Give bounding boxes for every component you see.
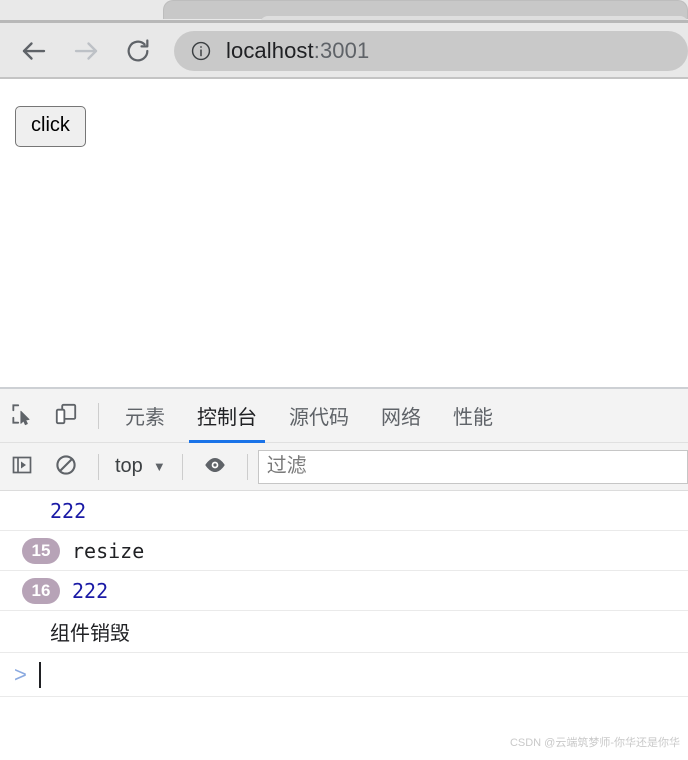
console-sidebar-icon (10, 453, 34, 480)
console-sidebar-button[interactable] (0, 445, 44, 489)
tab-performance-label: 性能 (453, 407, 493, 429)
console-toolbar-divider-2 (181, 453, 183, 480)
console-message-text: 222 (72, 578, 109, 603)
browser-window: localhost:3001 click 元素 控制台 源代码 网络 性能 to… (0, 0, 688, 760)
reload-button[interactable] (112, 25, 164, 77)
prompt-chevron-icon: > (14, 661, 27, 687)
console-filter-input[interactable] (257, 449, 688, 484)
tab-network-label: 网络 (381, 407, 421, 429)
back-button[interactable] (8, 25, 60, 77)
page-viewport: click (0, 79, 688, 387)
console-row[interactable]: 16 222 (0, 571, 688, 611)
address-bar-text: localhost:3001 (226, 38, 369, 64)
back-arrow-icon (19, 36, 49, 66)
forward-button[interactable] (60, 25, 112, 77)
console-message-text: 组件销毁 (50, 623, 130, 645)
tab-elements[interactable]: 元素 (109, 389, 181, 443)
live-expression-button[interactable] (193, 445, 237, 489)
info-icon[interactable] (190, 40, 212, 62)
console-toolbar: top ▼ (0, 443, 688, 491)
devtools-panel: 元素 控制台 源代码 网络 性能 top ▼ 过滤 222 15 resize … (0, 387, 688, 760)
console-row[interactable]: 组件销毁 (0, 611, 688, 653)
toolbar-divider (98, 402, 99, 429)
eye-icon (202, 452, 228, 481)
clear-console-icon (54, 453, 78, 480)
console-row[interactable]: 222 (0, 491, 688, 531)
forward-arrow-icon (71, 36, 101, 66)
chevron-down-icon: ▼ (152, 459, 166, 474)
console-toolbar-divider-1 (98, 453, 99, 480)
execution-context-label: top (115, 455, 143, 477)
reload-icon (124, 37, 152, 65)
console-row[interactable]: 15 resize (0, 531, 688, 571)
inspect-element-button[interactable] (0, 394, 44, 438)
tab-elements-label: 元素 (125, 407, 165, 429)
device-toolbar-button[interactable] (44, 394, 88, 438)
execution-context-selector[interactable]: top ▼ (109, 455, 172, 478)
address-host: localhost (226, 37, 314, 63)
tab-sources-label: 源代码 (289, 407, 349, 429)
address-bar[interactable]: localhost:3001 (174, 30, 688, 71)
console-prompt[interactable]: > (0, 653, 688, 697)
inspect-element-icon (9, 401, 35, 430)
console-message-text: 222 (50, 498, 87, 523)
tab-console-label: 控制台 (197, 407, 257, 429)
devtools-tabbar: 元素 控制台 源代码 网络 性能 (0, 389, 688, 443)
tab-performance[interactable]: 性能 (437, 389, 509, 443)
tab-strip (0, 0, 688, 24)
tab-console[interactable]: 控制台 (181, 389, 273, 443)
console-repeat-count-badge: 15 (22, 537, 60, 564)
console-repeat-count-badge: 16 (22, 577, 60, 604)
console-message-text: resize (72, 538, 145, 563)
watermark-text: CSDN @云端筑梦师-你华还是你华 (509, 737, 680, 749)
click-button[interactable]: click (15, 106, 86, 147)
text-cursor (38, 661, 41, 688)
tab-network[interactable]: 网络 (365, 389, 437, 443)
console-message-list[interactable]: 222 15 resize 16 222 组件销毁 > (0, 491, 688, 760)
navigation-toolbar: localhost:3001 (0, 23, 688, 78)
device-toolbar-icon (53, 401, 79, 430)
address-port: :3001 (313, 37, 370, 63)
tab-sources[interactable]: 源代码 (273, 389, 365, 443)
clear-console-button[interactable] (44, 445, 88, 489)
console-toolbar-divider-3 (246, 453, 248, 480)
